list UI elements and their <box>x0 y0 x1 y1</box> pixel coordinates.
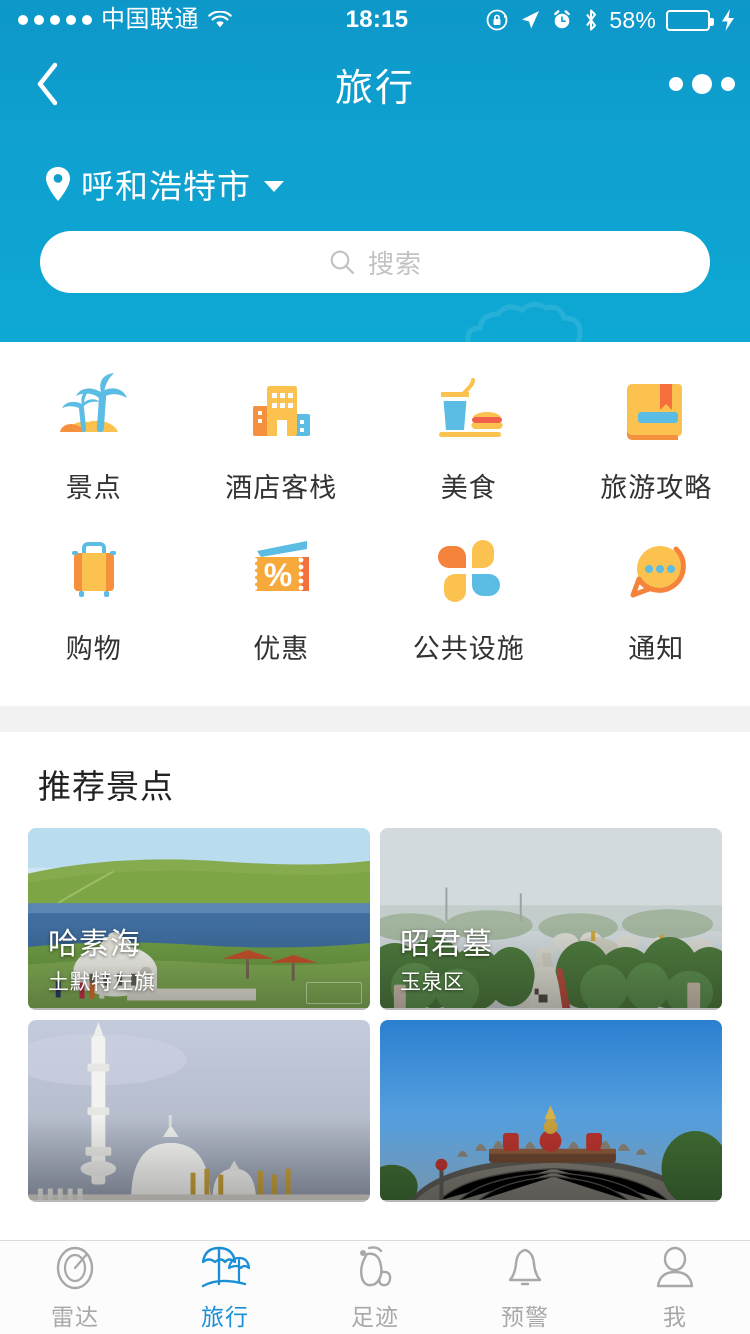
hotel-buildings-icon <box>235 364 327 456</box>
parasol-icon <box>199 1244 251 1292</box>
coupon-percent-icon: % <box>235 525 327 617</box>
recommended-card[interactable]: 昭君墓 玉泉区 <box>380 828 722 1010</box>
header-panel: 中国联通 18:15 58% 旅行 呼和浩特市 搜索 <box>0 0 750 342</box>
four-petal-icon <box>423 525 515 617</box>
recommended-card[interactable] <box>28 1020 370 1202</box>
suitcase-icon <box>48 525 140 617</box>
back-button[interactable] <box>0 59 96 109</box>
recommended-section: 推荐景点 哈素海 土默特左旗 昭君墓 玉泉区 <box>0 732 750 1252</box>
tab-label: 预警 <box>501 1303 549 1330</box>
grid-item-label: 公共设施 <box>412 634 525 664</box>
grid-item-label: 旅游攻略 <box>600 473 713 503</box>
navigation-bar: 旅行 <box>0 46 750 122</box>
grid-item-food[interactable]: 美食 <box>375 364 563 505</box>
city-selector[interactable]: 呼和浩特市 <box>44 160 284 208</box>
bell-icon <box>501 1244 549 1292</box>
card-gradient-overlay <box>380 1116 722 1202</box>
more-options-button[interactable] <box>654 74 750 94</box>
charging-bolt-icon <box>722 9 735 31</box>
recommended-card[interactable] <box>380 1020 722 1202</box>
svg-text:%: % <box>264 557 292 593</box>
photo-watermark <box>306 982 362 1004</box>
grid-item-public-facilities[interactable]: 公共设施 <box>375 525 563 666</box>
card-caption: 哈素海 土默特左旗 <box>48 928 156 997</box>
palm-tree-icon <box>48 364 140 456</box>
page-title: 旅行 <box>334 67 415 110</box>
tab-radar[interactable]: 雷达 <box>0 1241 150 1334</box>
tab-label: 足迹 <box>351 1303 399 1330</box>
card-title: 哈素海 <box>48 927 141 961</box>
app-screen: 中国联通 18:15 58% 旅行 呼和浩特市 搜索 景点 酒店客栈 美食 旅游… <box>0 0 750 1334</box>
category-grid: 景点 酒店客栈 美食 旅游攻略 购物 % 优惠 公共设施 通知 <box>0 364 750 666</box>
carrier-name: 中国联通 <box>101 6 199 33</box>
card-gradient-overlay <box>28 1116 370 1202</box>
grid-item-label: 优惠 <box>253 634 310 664</box>
footprint-icon <box>351 1244 399 1292</box>
grid-item-travel-guide[interactable]: 旅游攻略 <box>563 364 750 505</box>
tab-label: 雷达 <box>51 1303 99 1330</box>
status-bar-left: 中国联通 <box>0 8 346 32</box>
tab-footprints[interactable]: 足迹 <box>300 1241 450 1334</box>
card-title: 昭君墓 <box>400 927 493 961</box>
city-name-label: 呼和浩特市 <box>81 168 251 205</box>
tab-label: 我 <box>663 1303 687 1330</box>
grid-item-attractions[interactable]: 景点 <box>0 364 188 505</box>
bluetooth-icon <box>586 9 597 31</box>
search-input[interactable]: 搜索 <box>40 231 710 293</box>
chat-bubble-icon <box>610 525 702 617</box>
bottom-tab-bar: 雷达 旅行 足迹 预警 我 <box>0 1240 750 1334</box>
status-bar: 中国联通 18:15 58% <box>0 0 750 40</box>
tab-travel[interactable]: 旅行 <box>150 1241 300 1334</box>
food-drink-icon <box>423 364 515 456</box>
location-arrow-icon <box>522 11 540 29</box>
status-bar-right: 58% <box>408 7 750 34</box>
cloud-decoration-icon <box>465 302 583 342</box>
battery-percent-label: 58% <box>609 6 657 33</box>
alarm-clock-icon <box>554 10 571 29</box>
rotation-lock-icon <box>486 9 508 31</box>
more-dots-icon <box>669 77 683 91</box>
grid-item-label: 购物 <box>65 634 122 664</box>
grid-item-hotels[interactable]: 酒店客栈 <box>188 364 376 505</box>
grid-item-label: 酒店客栈 <box>225 473 338 503</box>
tab-label: 旅行 <box>201 1303 249 1330</box>
grid-item-label: 美食 <box>440 473 497 503</box>
search-icon <box>330 250 355 275</box>
grid-item-label: 景点 <box>65 473 122 503</box>
card-subtitle: 土默特左旗 <box>48 971 156 994</box>
recommended-card-grid: 哈素海 土默特左旗 昭君墓 玉泉区 <box>0 808 750 1202</box>
location-pin-icon <box>46 167 70 201</box>
guide-book-icon <box>610 364 702 456</box>
tab-alerts[interactable]: 预警 <box>450 1241 600 1334</box>
status-bar-clock: 18:15 <box>345 6 409 33</box>
grid-item-discounts[interactable]: % 优惠 <box>188 525 376 666</box>
recommended-card[interactable]: 哈素海 土默特左旗 <box>28 828 370 1010</box>
category-grid-section: 景点 酒店客栈 美食 旅游攻略 购物 % 优惠 公共设施 通知 <box>0 342 750 706</box>
card-caption: 昭君墓 玉泉区 <box>400 928 493 997</box>
grid-item-label: 通知 <box>628 634 685 664</box>
signal-strength-icon <box>18 15 92 25</box>
person-icon <box>651 1244 699 1292</box>
grid-item-notifications[interactable]: 通知 <box>563 525 750 666</box>
card-subtitle: 玉泉区 <box>400 971 465 994</box>
section-divider <box>0 706 750 732</box>
wifi-icon <box>208 11 232 28</box>
section-title: 推荐景点 <box>38 768 174 805</box>
search-placeholder: 搜索 <box>367 248 422 279</box>
battery-icon <box>666 9 715 31</box>
chevron-down-icon <box>264 180 284 192</box>
chevron-left-icon <box>37 62 58 106</box>
tab-profile[interactable]: 我 <box>600 1241 750 1334</box>
grid-item-shopping[interactable]: 购物 <box>0 525 188 666</box>
radar-icon <box>51 1244 99 1292</box>
